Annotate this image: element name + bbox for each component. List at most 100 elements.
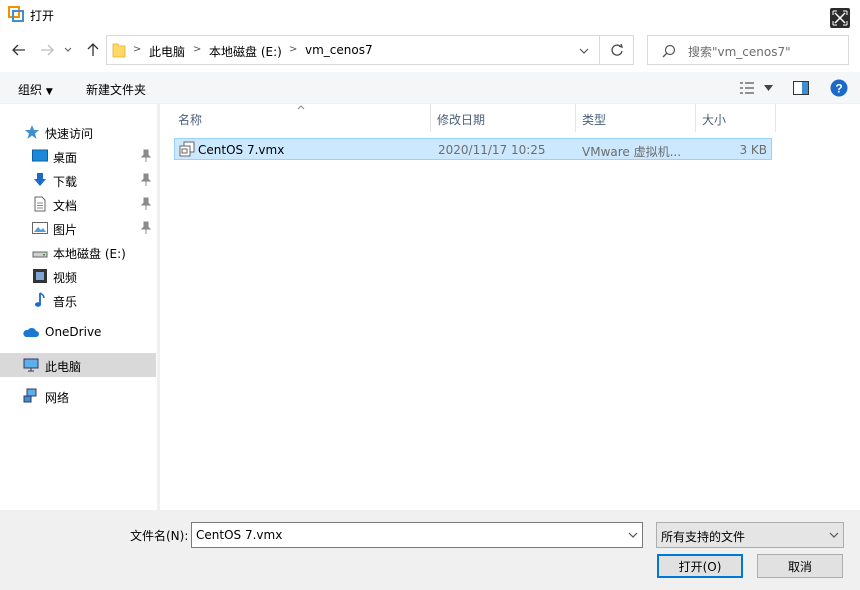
sidebar-item-label: 本地磁盘 (E:) — [53, 247, 126, 261]
close-icon — [832, 10, 848, 26]
search-placeholder: 搜索"vm_cenos7" — [688, 45, 791, 59]
column-header-date[interactable]: 修改日期 — [431, 104, 575, 132]
help-button[interactable]: ? — [830, 79, 848, 100]
search-icon — [662, 44, 676, 58]
filename-label: 文件名(N): — [130, 529, 189, 543]
file-type: VMware 虚拟机... — [582, 145, 682, 159]
open-button[interactable]: 打开(O) — [657, 554, 743, 578]
file-date: 2020/11/17 10:25 — [438, 143, 546, 157]
sidebar-item-label: 桌面 — [53, 151, 78, 165]
sidebar-item-music[interactable]: 音乐 — [0, 288, 156, 312]
column-header-label: 类型 — [582, 113, 607, 127]
help-icon: ? — [830, 79, 848, 97]
view-options-button[interactable] — [739, 81, 755, 98]
view-dropdown-icon[interactable] — [764, 85, 773, 91]
column-header-size[interactable]: 大小 — [696, 104, 775, 132]
chevron-down-icon — [829, 532, 839, 538]
music-icon — [35, 292, 45, 307]
column-header-label: 大小 — [702, 113, 727, 127]
column-header-name[interactable]: 名称 — [172, 104, 430, 132]
sidebar-item-documents[interactable]: 文档 — [0, 192, 156, 216]
refresh-icon — [610, 43, 623, 56]
column-divider[interactable] — [775, 104, 776, 132]
pin-icon[interactable] — [141, 149, 151, 163]
up-arrow-icon — [87, 43, 99, 56]
cancel-button[interactable]: 取消 — [757, 554, 843, 578]
breadcrumb-local-disk[interactable]: 本地磁盘 (E:) — [209, 43, 282, 60]
sidebar-item-quick-access[interactable]: 快速访问 — [0, 120, 156, 144]
sidebar-item-label: 图片 — [53, 223, 78, 237]
command-toolbar: 组织 ▼ 新建文件夹 ? — [0, 72, 860, 104]
sidebar-item-label: 下载 — [53, 175, 78, 189]
sidebar-item-label: 快速访问 — [45, 127, 94, 141]
back-arrow-icon — [12, 44, 25, 56]
sidebar-item-label: OneDrive — [45, 325, 102, 339]
download-icon — [34, 173, 46, 186]
address-bar[interactable]: > 此电脑 > 本地磁盘 (E:) > vm_cenos7 — [106, 35, 600, 65]
chevron-down-icon — [64, 47, 72, 52]
vmx-file-icon — [179, 141, 195, 157]
window-title: 打开 — [30, 9, 55, 23]
preview-pane-button[interactable] — [793, 81, 809, 98]
close-button[interactable] — [830, 8, 850, 28]
back-button[interactable] — [10, 40, 28, 60]
breadcrumb-vm-cenos7[interactable]: vm_cenos7 — [305, 43, 373, 57]
breadcrumb-this-pc[interactable]: 此电脑 — [149, 43, 185, 60]
file-row[interactable]: CentOS 7.vmx 2020/11/17 10:25 VMware 虚拟机… — [174, 138, 772, 160]
network-icon — [23, 388, 37, 403]
column-header-type[interactable]: 类型 — [576, 104, 695, 132]
pin-icon[interactable] — [141, 173, 151, 187]
file-name: CentOS 7.vmx — [198, 143, 285, 157]
sidebar-item-label: 音乐 — [53, 295, 78, 309]
column-header-label: 名称 — [178, 113, 203, 127]
desktop-icon — [32, 149, 48, 162]
filename-value: CentOS 7.vmx — [196, 528, 283, 542]
breadcrumb-separator-icon: > — [133, 44, 142, 55]
sidebar-item-downloads[interactable]: 下载 — [0, 168, 156, 192]
picture-icon — [32, 222, 48, 234]
svg-text:?: ? — [835, 82, 842, 96]
forward-arrow-icon — [41, 44, 54, 56]
computer-icon — [23, 358, 39, 372]
up-button[interactable] — [84, 40, 102, 60]
sidebar-item-onedrive[interactable]: OneDrive — [0, 320, 156, 344]
forward-button[interactable] — [38, 40, 56, 60]
navigation-pane: 快速访问 桌面 下载 文档 图片 本地磁盘 (E:) 视频 音乐 OneDriv… — [0, 104, 157, 510]
sidebar-item-network[interactable]: 网络 — [0, 384, 156, 408]
sidebar-item-local-disk[interactable]: 本地磁盘 (E:) — [0, 240, 156, 264]
folder-icon — [112, 43, 126, 58]
file-list: 名称 修改日期 类型 大小 CentOS 7.vmx 2020/11/17 10… — [160, 104, 860, 510]
recent-locations-button[interactable] — [62, 40, 74, 60]
sidebar-item-label: 此电脑 — [45, 360, 82, 374]
filter-value: 所有支持的文件 — [661, 530, 746, 544]
organize-button[interactable]: 组织 ▼ — [18, 81, 53, 98]
breadcrumb-separator-icon: > — [289, 44, 298, 55]
chevron-down-icon[interactable] — [628, 532, 638, 538]
caret-down-icon: ▼ — [45, 87, 53, 97]
refresh-button[interactable] — [600, 35, 634, 65]
column-header-label: 修改日期 — [437, 113, 486, 127]
file-type-filter[interactable]: 所有支持的文件 — [656, 522, 844, 548]
sidebar-item-label: 文档 — [53, 199, 78, 213]
pin-icon[interactable] — [141, 221, 151, 235]
sidebar-item-pictures[interactable]: 图片 — [0, 216, 156, 240]
view-list-icon — [740, 82, 754, 94]
search-box[interactable]: 搜索"vm_cenos7" — [647, 35, 849, 65]
sidebar-item-label: 视频 — [53, 271, 78, 285]
vmware-app-icon — [8, 6, 24, 22]
sidebar-item-desktop[interactable]: 桌面 — [0, 144, 156, 168]
star-icon — [25, 125, 39, 139]
cloud-icon — [23, 327, 39, 337]
drive-icon — [32, 251, 48, 258]
sidebar-item-videos[interactable]: 视频 — [0, 264, 156, 288]
title-bar: 打开 — [0, 0, 860, 30]
video-icon — [33, 269, 47, 283]
new-folder-button[interactable]: 新建文件夹 — [86, 81, 146, 98]
dialog-footer: 文件名(N): CentOS 7.vmx 所有支持的文件 打开(O) 取消 — [0, 510, 860, 590]
sidebar-item-this-pc[interactable]: 此电脑 — [0, 353, 156, 377]
organize-label: 组织 — [18, 83, 43, 97]
pin-icon[interactable] — [141, 197, 151, 211]
filename-input[interactable]: CentOS 7.vmx — [191, 522, 643, 548]
preview-pane-icon — [793, 81, 809, 95]
address-dropdown-icon[interactable] — [579, 48, 589, 54]
